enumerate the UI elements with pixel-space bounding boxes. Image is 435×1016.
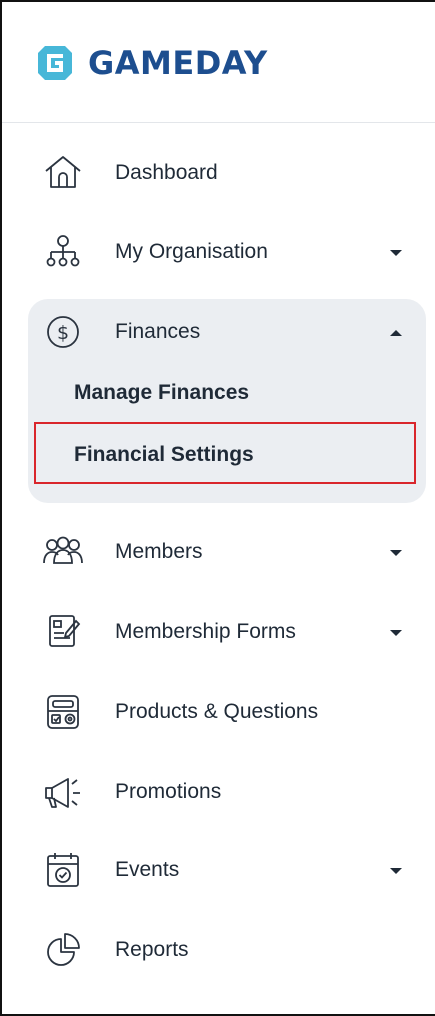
products-icon [47, 695, 79, 729]
nav-label-dashboard: Dashboard [115, 161, 218, 184]
chevron-down-icon[interactable] [390, 249, 402, 257]
sidebar: GAMEDAY Dashboard My Organisation Manage… [0, 0, 435, 1016]
nav-item-my-organisation[interactable]: My Organisation [2, 222, 435, 282]
nav-item-promotions[interactable]: Promotions [2, 762, 435, 822]
nav-label-events: Events [115, 858, 180, 881]
home-icon [45, 156, 81, 188]
gameday-logo-mark [38, 46, 72, 80]
sub-item-manage-finances[interactable]: Manage Finances [28, 366, 426, 418]
members-icon [43, 536, 83, 564]
sub-label-manage-finances: Manage Finances [74, 381, 250, 404]
nav-label-promotions: Promotions [115, 780, 222, 803]
sidebar-header: GAMEDAY [2, 2, 435, 123]
nav-label-membership-forms: Membership Forms [115, 620, 296, 643]
financial-settings-highlight [34, 422, 416, 484]
chevron-up-icon[interactable] [390, 329, 402, 337]
nav-label-members: Members [115, 540, 203, 563]
calendar-icon [47, 853, 79, 887]
form-icon [49, 615, 81, 647]
pie-chart-icon [47, 933, 80, 966]
megaphone-icon [45, 778, 80, 808]
nav-item-products-questions[interactable]: Products & Questions [2, 682, 435, 742]
svg-text:$: $ [57, 322, 69, 344]
nav-item-members[interactable]: Members [2, 522, 435, 582]
nav-label-my-organisation: My Organisation [115, 240, 268, 263]
nav-item-finances[interactable]: $ Finances [2, 302, 435, 362]
nav-label-finances: Finances [115, 320, 201, 343]
chevron-down-icon[interactable] [390, 549, 402, 557]
nav-item-dashboard[interactable]: Dashboard [2, 143, 435, 203]
nav-item-events[interactable]: Events [2, 840, 435, 900]
chevron-down-icon[interactable] [390, 629, 402, 637]
gameday-logo[interactable]: GAMEDAY [34, 42, 268, 84]
nav-label-reports: Reports [115, 938, 189, 961]
nav-label-products-questions: Products & Questions [115, 700, 319, 723]
chevron-down-icon[interactable] [390, 867, 402, 875]
nav-item-membership-forms[interactable]: Membership Forms [2, 602, 435, 662]
dollar-circle-icon: $ [47, 316, 79, 348]
nav-item-reports[interactable]: Reports [2, 920, 435, 980]
org-chart-icon [46, 235, 80, 267]
brand-name: GAMEDAY [88, 44, 268, 82]
